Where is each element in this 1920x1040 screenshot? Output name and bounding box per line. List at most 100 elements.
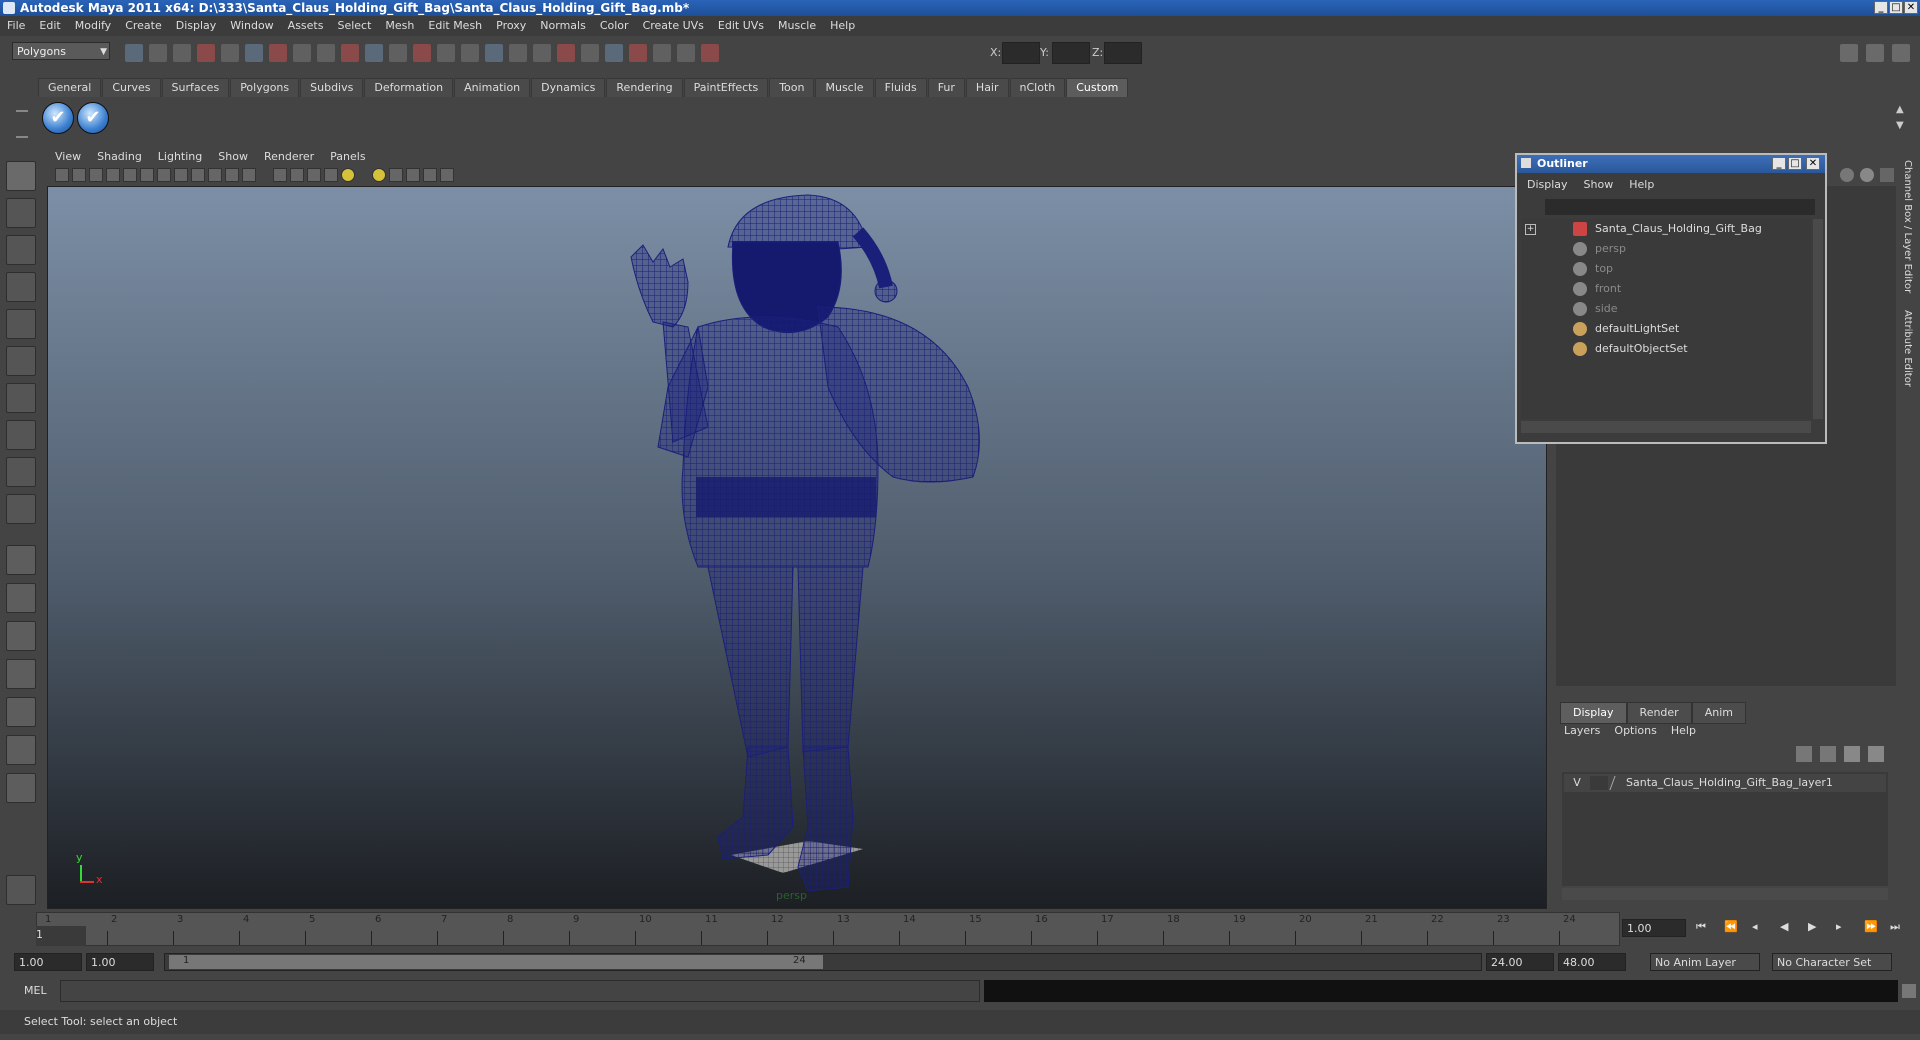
animation-start-field[interactable]: 1.00 (14, 953, 82, 971)
rotate-tool-icon[interactable] (6, 309, 36, 339)
checkmark-icon[interactable]: ✔ (77, 102, 109, 134)
outliner-item[interactable]: Santa_Claus_Holding_Gift_Bag (1573, 219, 1762, 239)
menu-file[interactable]: File (0, 16, 32, 36)
lock-icon[interactable] (533, 44, 551, 62)
menu-window[interactable]: Window (223, 16, 280, 36)
graph-icon[interactable] (701, 44, 719, 62)
layout-icon[interactable] (1840, 44, 1858, 62)
menu-create[interactable]: Create (118, 16, 169, 36)
script-editor-icon[interactable] (1902, 984, 1916, 998)
camera-attributes-icon[interactable] (72, 168, 86, 182)
step-back-frame-icon[interactable]: ◂ (1752, 920, 1758, 933)
menu-mesh[interactable]: Mesh (378, 16, 421, 36)
show-manipulator-icon[interactable] (6, 457, 36, 487)
outliner-persp-layout-icon[interactable] (6, 621, 36, 651)
menu-normals[interactable]: Normals (533, 16, 593, 36)
shelf-tab-toon[interactable]: Toon (769, 78, 815, 97)
go-to-end-icon[interactable]: ⏭ (1890, 920, 1900, 934)
menu-help[interactable]: Help (823, 16, 862, 36)
mode-icon[interactable] (1860, 168, 1874, 182)
shelf-scroll-up-icon[interactable]: ▲ (1896, 104, 1904, 115)
minimize-button[interactable]: _ (1874, 1, 1888, 14)
resolution-gate-icon[interactable] (174, 168, 188, 182)
pen-icon[interactable] (1880, 168, 1894, 182)
show-hide-icon[interactable] (485, 44, 503, 62)
outliner-hscroll[interactable] (1521, 421, 1811, 433)
time-ruler[interactable]: 1 2 3 4 5 6 7 8 9 10 11 12 13 14 15 16 17 18 19 20 21 22 23 24 (36, 912, 1620, 946)
layer-menu-layers[interactable]: Layers (1564, 724, 1600, 737)
go-to-start-icon[interactable]: ⏮ (1696, 920, 1706, 934)
image-plane-icon[interactable] (106, 168, 120, 182)
sculpt-icon[interactable] (653, 44, 671, 62)
four-view-layout-icon[interactable] (6, 583, 36, 613)
open-scene-icon[interactable] (149, 44, 167, 62)
outliner-titlebar[interactable]: Outliner _ □ ✕ (1517, 155, 1825, 173)
menu-modify[interactable]: Modify (68, 16, 118, 36)
layer-tab-render[interactable]: Render (1626, 702, 1692, 724)
panel-menu-lighting[interactable]: Lighting (150, 148, 210, 166)
camera-icon[interactable] (581, 44, 599, 62)
range-handle[interactable]: 1 24 (169, 955, 823, 969)
light-icon[interactable] (605, 44, 623, 62)
graph-persp-layout-icon[interactable] (6, 659, 36, 689)
shelf-tab-surfaces[interactable]: Surfaces (161, 78, 230, 97)
shelf-tab-subdivs[interactable]: Subdivs (300, 78, 364, 97)
script-icon[interactable] (6, 875, 36, 905)
smooth-shade-icon[interactable] (290, 168, 304, 182)
menu-create-uvs[interactable]: Create UVs (636, 16, 711, 36)
layer-add-icon[interactable] (1844, 746, 1860, 762)
outliner-menu-help[interactable]: Help (1621, 175, 1662, 195)
layer-type-toggle[interactable] (1590, 776, 1608, 790)
outliner-menu-display[interactable]: Display (1519, 175, 1576, 195)
wireframe-on-shaded-icon[interactable] (307, 168, 321, 182)
play-forward-icon[interactable]: ▶ (1808, 920, 1816, 933)
ipr-icon[interactable] (437, 44, 455, 62)
outliner-maximize-button[interactable]: □ (1788, 157, 1802, 170)
attribute-editor-tab[interactable]: Attribute Editor (1902, 310, 1913, 387)
x-field[interactable] (1002, 42, 1040, 64)
more-layouts-icon[interactable] (6, 773, 36, 803)
shelf-tab-fluids[interactable]: Fluids (874, 78, 927, 97)
playback-start-field[interactable]: 1.00 (86, 953, 154, 971)
save-scene-icon[interactable] (173, 44, 191, 62)
shelf-tab-general[interactable]: General (38, 78, 102, 97)
render-settings-icon[interactable] (461, 44, 479, 62)
2d-pan-zoom-icon[interactable] (123, 168, 137, 182)
menu-edit-uvs[interactable]: Edit UVs (711, 16, 771, 36)
step-forward-frame-icon[interactable]: ▸ (1836, 920, 1842, 933)
outliner-minimize-button[interactable]: _ (1772, 157, 1786, 170)
shelf-tab-animation[interactable]: Animation (454, 78, 531, 97)
snap-point-icon[interactable] (317, 44, 335, 62)
z-field[interactable] (1104, 42, 1142, 64)
character-set-dropdown[interactable]: No Character Set (1772, 953, 1892, 971)
step-back-key-icon[interactable]: ⏪ (1724, 920, 1738, 933)
move-tool-icon[interactable] (6, 272, 36, 302)
shelf-tab-curves[interactable]: Curves (102, 78, 161, 97)
xray-joints-icon[interactable] (423, 168, 437, 182)
isolate-select-icon[interactable] (389, 168, 403, 182)
hypershade-icon[interactable] (677, 44, 695, 62)
soft-modification-icon[interactable] (6, 420, 36, 450)
outliner-close-button[interactable]: ✕ (1806, 157, 1820, 170)
expand-plus-icon[interactable]: + (1525, 224, 1536, 235)
shelf-tab-polygons[interactable]: Polygons (230, 78, 300, 97)
outliner-menu-show[interactable]: Show (1576, 175, 1622, 195)
uv-persp-layout-icon[interactable] (6, 735, 36, 765)
menu-color[interactable]: Color (593, 16, 636, 36)
paint-select-tool-icon[interactable] (6, 235, 36, 265)
new-layer-icon[interactable] (1796, 746, 1812, 762)
range-bar[interactable]: 1 24 (164, 953, 1482, 971)
scale-tool-icon[interactable] (6, 346, 36, 376)
close-button[interactable]: ✕ (1904, 1, 1918, 14)
select-object-icon[interactable] (221, 44, 239, 62)
time-slider[interactable]: 1 2 3 4 5 6 7 8 9 10 11 12 13 14 15 16 17 18 19 20 21 22 23 24 … (0, 912, 1920, 948)
select-hierarchy-icon[interactable] (197, 44, 215, 62)
outliner-item[interactable]: defaultLightSet (1573, 319, 1679, 339)
outliner-item[interactable]: persp (1573, 239, 1626, 259)
maximize-button[interactable]: □ (1889, 1, 1903, 14)
outliner-vscroll[interactable] (1813, 219, 1823, 419)
new-layer-selected-icon[interactable] (1820, 746, 1836, 762)
single-perspective-layout-icon[interactable] (6, 545, 36, 575)
select-tool-icon[interactable] (6, 161, 36, 191)
outliner-filter-field[interactable] (1545, 199, 1815, 215)
